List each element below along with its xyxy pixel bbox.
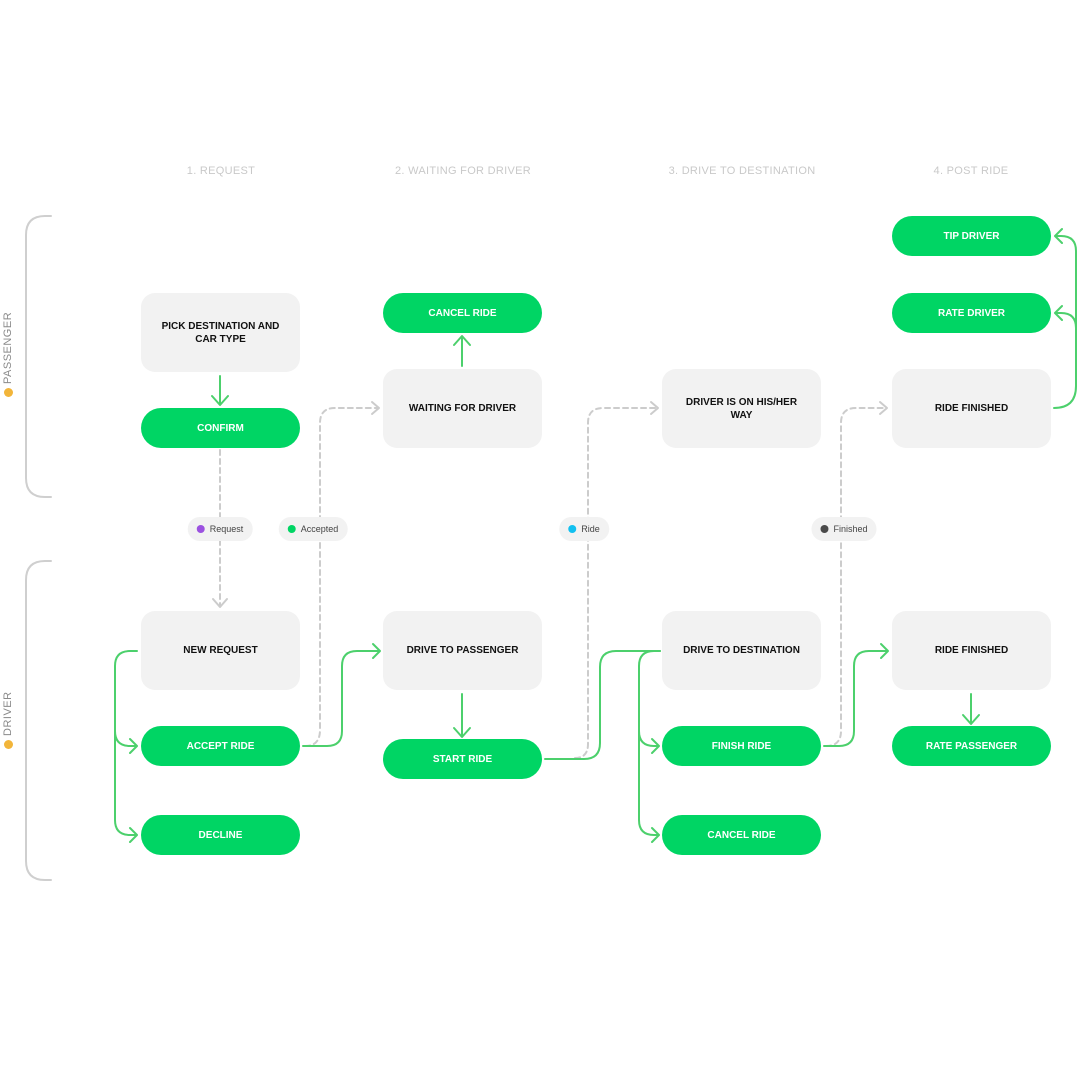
event-chip-label: Request <box>209 524 244 534</box>
event-chip-label: Accepted <box>300 524 339 534</box>
passenger-lane-label: PASSENGER <box>2 312 14 397</box>
drive-to-passenger-state: DRIVE TO PASSENGER <box>383 611 542 690</box>
phase-header-post-ride: 4. POST RIDE <box>933 165 1009 177</box>
finish-ride-button[interactable]: FINISH RIDE <box>662 726 821 766</box>
pick-destination-state: PICK DESTINATION AND CAR TYPE <box>141 293 300 372</box>
passenger-lane-text: PASSENGER <box>2 311 14 384</box>
accept-ride-button[interactable]: ACCEPT RIDE <box>141 726 300 766</box>
phase-header-waiting: 2. WAITING FOR DRIVER <box>394 165 532 177</box>
flow-connectors <box>25 215 1077 881</box>
finished-event-flow <box>825 407 887 747</box>
event-chip-ride: Ride <box>559 517 609 541</box>
start-ride-button[interactable]: START RIDE <box>383 739 542 779</box>
new-request-to-decline-flow <box>114 730 138 843</box>
driver-on-way-state: DRIVER IS ON HIS/HER WAY <box>662 369 821 448</box>
driver-ride-finished-state: RIDE FINISHED <box>892 611 1051 690</box>
finished-dot-icon <box>820 525 829 533</box>
new-request-to-accept-flow <box>114 650 138 754</box>
accept-to-drive-passenger-flow <box>302 643 381 747</box>
passenger-emoji-icon <box>3 388 13 397</box>
passenger-ride-finished-state: RIDE FINISHED <box>892 369 1051 448</box>
driver-lane-label: DRIVER <box>2 691 14 749</box>
drive-to-destination-state: DRIVE TO DESTINATION <box>662 611 821 690</box>
phase-header-drive: 3. DRIVE TO DESTINATION <box>668 165 816 177</box>
ride-event-flow <box>574 407 658 759</box>
waiting-for-driver-state: WAITING FOR DRIVER <box>383 369 542 448</box>
ride-finished-to-rate-passenger-flow <box>962 693 980 725</box>
new-request-state: NEW REQUEST <box>141 611 300 690</box>
driver-lane-text: DRIVER <box>2 691 14 736</box>
passenger-cancel-ride-button[interactable]: CANCEL RIDE <box>383 293 542 333</box>
decline-button[interactable]: DECLINE <box>141 815 300 855</box>
pick-to-confirm-flow <box>211 375 229 406</box>
event-chip-label: Ride <box>581 524 600 534</box>
rate-passenger-button[interactable]: RATE PASSENGER <box>892 726 1051 766</box>
rate-driver-button[interactable]: RATE DRIVER <box>892 293 1051 333</box>
request-dot-icon <box>196 525 205 533</box>
driver-lane-bracket <box>25 560 52 881</box>
finish-to-ride-finished-flow <box>823 643 889 747</box>
confirm-button[interactable]: CONFIRM <box>141 408 300 448</box>
event-chip-request: Request <box>187 517 253 541</box>
tip-driver-button[interactable]: TIP DRIVER <box>892 216 1051 256</box>
driver-emoji-icon <box>3 740 13 749</box>
drive-destination-to-finish-flow <box>638 650 661 754</box>
phase-header-request: 1. REQUEST <box>186 165 256 177</box>
ride-dot-icon <box>568 525 577 533</box>
event-chip-label: Finished <box>833 524 868 534</box>
ride-finished-to-rate-driver-flow <box>1053 305 1077 409</box>
passenger-lane-bracket <box>25 215 52 498</box>
accepted-dot-icon <box>287 525 296 533</box>
drive-passenger-to-start-flow <box>453 693 471 738</box>
waiting-to-cancel-flow <box>453 335 471 367</box>
event-chip-accepted: Accepted <box>278 517 348 541</box>
driver-cancel-ride-button[interactable]: CANCEL RIDE <box>662 815 821 855</box>
event-chip-finished: Finished <box>811 517 877 541</box>
